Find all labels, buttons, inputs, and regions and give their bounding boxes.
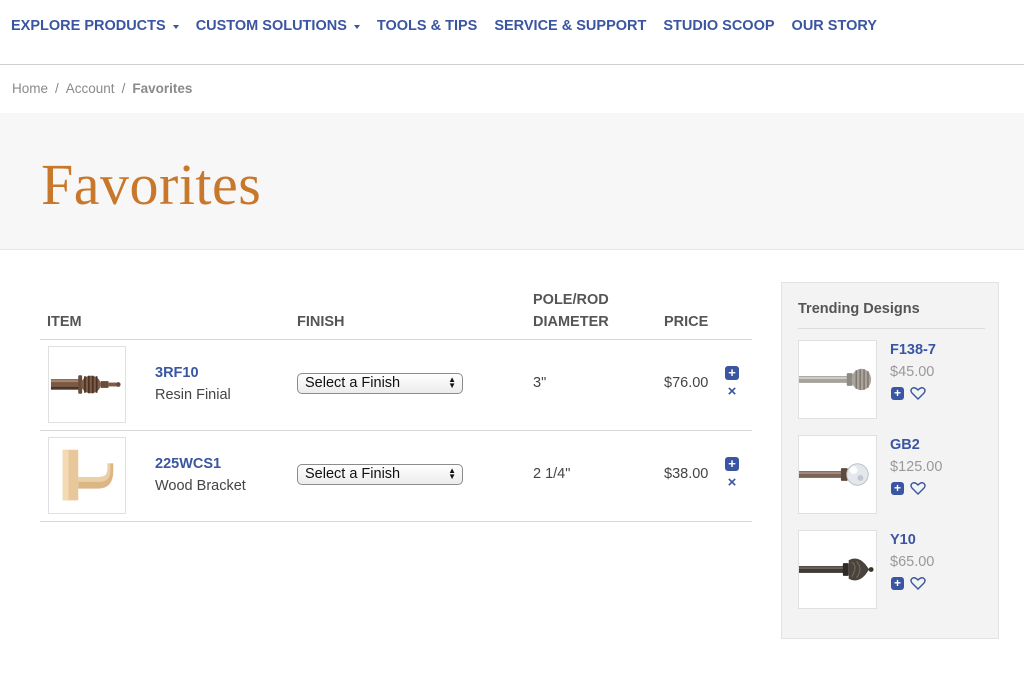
finish-select-value: Select a Finish	[305, 466, 401, 482]
nav-label: SERVICE & SUPPORT	[494, 18, 647, 34]
page-hero: Favorites	[0, 113, 1024, 250]
finish-select-value: Select a Finish	[305, 375, 401, 391]
remove-button[interactable]: ×	[725, 475, 739, 490]
finish-select[interactable]: Select a Finish ▲ ▼	[297, 464, 463, 485]
add-button[interactable]: +	[891, 577, 904, 590]
caret-down-icon	[353, 24, 360, 29]
heart-icon[interactable]	[909, 479, 927, 497]
price-value: $76.00	[664, 375, 709, 391]
breadcrumb-home[interactable]: Home	[12, 81, 48, 96]
price-value: $38.00	[664, 466, 709, 482]
header-price: PRICE	[664, 314, 709, 330]
trending-price: $45.00	[890, 364, 935, 380]
trending-sku-link[interactable]: GB2	[890, 437, 920, 453]
breadcrumb-separator: /	[55, 81, 59, 96]
trending-item: Y10 $65.00 +	[798, 530, 988, 610]
nav-label: STUDIO SCOOP	[663, 18, 775, 34]
trending-title: Trending Designs	[798, 301, 920, 317]
nav-label: TOOLS & TIPS	[376, 18, 478, 34]
add-button[interactable]: +	[891, 482, 904, 495]
diameter-value: 2 1/4"	[533, 466, 571, 482]
nav-tools-tips[interactable]: TOOLS & TIPS	[377, 18, 477, 34]
product-sku-link[interactable]: 3RF10	[155, 365, 199, 381]
diameter-value: 3"	[533, 375, 547, 391]
trending-price: $65.00	[890, 554, 935, 570]
select-arrows-icon: ▲ ▼	[448, 466, 456, 481]
header-finish: FINISH	[297, 314, 345, 330]
rod-glass-ball-icon[interactable]	[798, 435, 877, 514]
nav-custom-solutions[interactable]: CUSTOM SOLUTIONS	[196, 18, 360, 34]
finial-icon[interactable]	[48, 346, 126, 423]
top-navigation: EXPLORE PRODUCTS CUSTOM SOLUTIONS TOOLS …	[0, 0, 1024, 65]
rod-ball-finial-icon[interactable]	[798, 340, 877, 419]
favorites-table: ITEM FINISH POLE/ROD DIAMETER PRICE 3RF1…	[40, 286, 752, 522]
breadcrumb: Home / Account / Favorites	[12, 81, 192, 96]
add-to-cart-button[interactable]: +	[725, 457, 739, 471]
trending-designs-panel: Trending Designs F138-7 $45.00 + GB2 $12…	[781, 282, 999, 639]
breadcrumb-current: Favorites	[132, 81, 193, 96]
breadcrumb-separator: /	[121, 81, 126, 96]
rod-ornate-finial-icon[interactable]	[798, 530, 877, 609]
trending-item: F138-7 $45.00 +	[798, 340, 988, 420]
trending-item: GB2 $125.00 +	[798, 435, 988, 515]
trending-price: $125.00	[890, 459, 943, 475]
heart-icon[interactable]	[909, 384, 927, 402]
nav-label: OUR STORY	[791, 18, 877, 34]
product-name: Wood Bracket	[155, 478, 246, 494]
product-name: Resin Finial	[155, 387, 231, 403]
nav-service-support[interactable]: SERVICE & SUPPORT	[494, 18, 646, 34]
nav-our-story[interactable]: OUR STORY	[792, 18, 877, 34]
header-item: ITEM	[47, 314, 82, 330]
divider	[798, 328, 985, 329]
finish-select[interactable]: Select a Finish ▲ ▼	[297, 373, 463, 394]
header-diameter: POLE/ROD DIAMETER	[533, 292, 609, 330]
select-arrows-icon: ▲ ▼	[448, 375, 456, 390]
bracket-icon[interactable]	[48, 437, 126, 514]
nav-studio-scoop[interactable]: STUDIO SCOOP	[663, 18, 774, 34]
nav-label: CUSTOM SOLUTIONS	[195, 18, 347, 34]
remove-button[interactable]: ×	[725, 384, 739, 399]
table-row: 225WCS1 Wood Bracket Select a Finish ▲ ▼ …	[40, 431, 752, 522]
add-to-cart-button[interactable]: +	[725, 366, 739, 380]
trending-sku-link[interactable]: F138-7	[890, 342, 936, 358]
heart-icon[interactable]	[909, 574, 927, 592]
nav-explore-products[interactable]: EXPLORE PRODUCTS	[11, 18, 179, 34]
product-sku-link[interactable]: 225WCS1	[155, 456, 221, 472]
nav-label: EXPLORE PRODUCTS	[11, 18, 166, 34]
trending-sku-link[interactable]: Y10	[890, 532, 916, 548]
page-title: Favorites	[41, 152, 262, 217]
caret-down-icon	[172, 24, 179, 29]
table-row: 3RF10 Resin Finial Select a Finish ▲ ▼ 3"…	[40, 340, 752, 431]
table-header: ITEM FINISH POLE/ROD DIAMETER PRICE	[40, 286, 752, 340]
breadcrumb-account[interactable]: Account	[66, 81, 115, 96]
add-button[interactable]: +	[891, 387, 904, 400]
